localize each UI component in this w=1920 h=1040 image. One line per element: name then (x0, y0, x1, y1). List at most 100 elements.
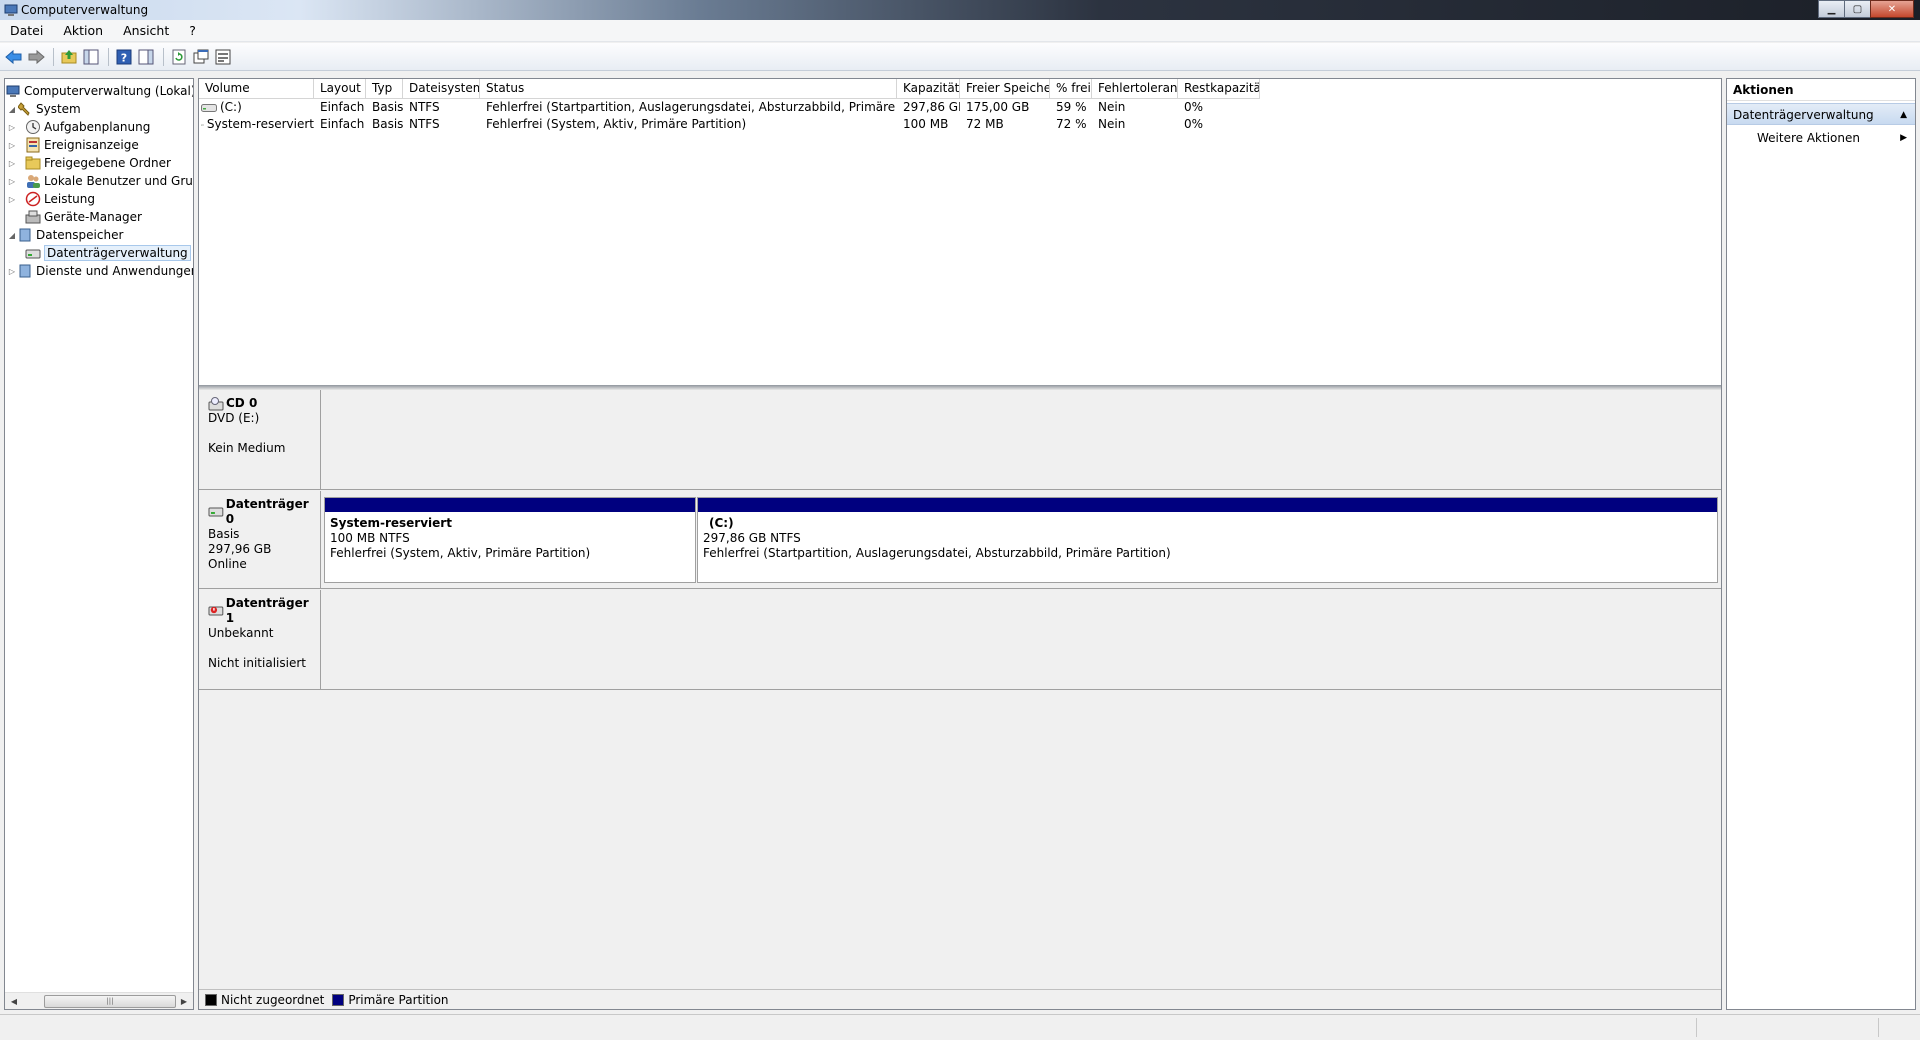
partition-c[interactable]: (C:) 297,86 GB NTFS Fehlerfrei (Startpar… (697, 497, 1718, 583)
refresh-icon (172, 49, 186, 64)
back-icon (5, 49, 22, 64)
actions-section-datentraegerverwaltung[interactable]: Datenträgerverwaltung ▲ (1727, 103, 1915, 125)
submenu-arrow-icon: ▶ (1900, 133, 1907, 143)
tree-item-datentraegerverwaltung[interactable]: Datenträgerverwaltung (5, 244, 193, 262)
tree-item-freigegebene-ordner[interactable]: ▷ Freigegebene Ordner (5, 154, 193, 172)
tree-item-computerverwaltung[interactable]: Computerverwaltung (Lokal) (5, 82, 193, 100)
disk-info[interactable]: Datenträger 0 Basis 297,96 GB Online (199, 491, 321, 588)
column-header-dateisystem[interactable]: Dateisystem (403, 79, 480, 99)
table-row[interactable]: (C:) Einfach Basis NTFS Fehlerfrei (Star… (199, 99, 1260, 116)
menu-aktion[interactable]: Aktion (57, 23, 109, 38)
status-divider (1696, 1018, 1697, 1037)
minimize-button[interactable]: ▁ (1818, 0, 1844, 18)
show-hide-action-pane-button[interactable] (136, 47, 156, 67)
window-controls: ▁ ▢ ✕ (1818, 0, 1914, 18)
clock-icon (25, 119, 41, 135)
tree-item-label: Aufgabenplanung (44, 120, 151, 134)
disk-map: CD 0 DVD (E:) Kein Medium Datenträger 0 … (199, 390, 1721, 990)
table-row[interactable]: System-reserviert Einfach Basis NTFS Feh… (199, 116, 1260, 133)
disk-state: Online (208, 557, 247, 571)
collapse-icon[interactable]: ◢ (7, 231, 17, 240)
tree-item-geraete-manager[interactable]: Geräte-Manager (5, 208, 193, 226)
back-button[interactable] (4, 47, 24, 67)
expand-icon[interactable]: ▷ (7, 177, 17, 186)
menu-datei[interactable]: Datei (4, 23, 49, 38)
device-manager-icon (25, 209, 41, 225)
menu-help[interactable]: ? (183, 23, 202, 38)
menu-ansicht[interactable]: Ansicht (117, 23, 175, 38)
cd-drive-icon (208, 396, 224, 410)
column-header-freier-speicher[interactable]: Freier Speicher (960, 79, 1050, 99)
column-header-kapazitaet[interactable]: Kapazität (897, 79, 960, 99)
disk-info[interactable]: Datenträger 1 Unbekannt Nicht initialisi… (199, 590, 321, 689)
disk-type: DVD (E:) (208, 411, 260, 425)
volume-icon (201, 103, 217, 112)
tree-item-dienste[interactable]: ▷ Dienste und Anwendungen (5, 262, 193, 280)
toolbar-separator (163, 47, 164, 66)
tree-item-ereignisanzeige[interactable]: ▷ Ereignisanzeige (5, 136, 193, 154)
close-button[interactable]: ✕ (1870, 0, 1914, 18)
expand-icon[interactable]: ▷ (7, 159, 17, 168)
action-weitere-aktionen[interactable]: Weitere Aktionen ▶ (1727, 127, 1915, 149)
tree-item-system[interactable]: ◢ System (5, 100, 193, 118)
column-header-typ[interactable]: Typ (366, 79, 403, 99)
tree-horizontal-scrollbar[interactable]: ◀ ||| ▶ (5, 992, 193, 1009)
overhead-cell: 0% (1184, 100, 1204, 114)
column-header-prozent-frei[interactable]: % frei (1050, 79, 1092, 99)
shared-folder-icon (25, 155, 41, 171)
filesystem-cell: NTFS (409, 117, 440, 131)
tree-item-label: Leistung (44, 192, 95, 206)
disk-state: Nicht initialisiert (208, 656, 306, 670)
volume-name: System-reserviert (206, 117, 314, 131)
computer-management-icon (4, 3, 18, 17)
column-header-restkapazitaet[interactable]: Restkapazität (1178, 79, 1260, 99)
tree-item-label: System (36, 102, 81, 116)
type-cell: Basis (372, 117, 403, 131)
help-button[interactable]: ? (114, 47, 134, 67)
disk-name: Datenträger 1 (225, 596, 309, 625)
expand-icon[interactable]: ▷ (7, 123, 17, 132)
actions-header: Aktionen (1727, 79, 1915, 101)
forward-button[interactable] (26, 47, 46, 67)
event-viewer-icon (25, 137, 41, 153)
volume-cell: (C:) (199, 99, 314, 116)
scroll-left-icon[interactable]: ◀ (7, 995, 21, 1008)
partition-status: Fehlerfrei (System, Aktiv, Primäre Parti… (330, 546, 591, 560)
collapse-icon[interactable]: ◢ (7, 105, 17, 114)
legend-label: Primäre Partition (348, 992, 449, 1007)
properties-button[interactable] (191, 47, 211, 67)
refresh-button[interactable] (169, 47, 189, 67)
tree-item-leistung[interactable]: ▷ Leistung (5, 190, 193, 208)
tree-item-label: Geräte-Manager (44, 210, 142, 224)
partition-name: (C:) (709, 516, 734, 530)
disk-spacer (208, 426, 320, 441)
expand-icon[interactable]: ▷ (7, 267, 17, 276)
legend-label: Nicht zugeordnet (221, 992, 325, 1007)
maximize-button[interactable]: ▢ (1844, 0, 1870, 18)
scroll-right-icon[interactable]: ▶ (177, 995, 191, 1008)
tree-item-datenspeicher[interactable]: ◢ Datenspeicher (5, 226, 193, 244)
settings-button[interactable] (213, 47, 233, 67)
partition-system-reserved[interactable]: System-reserviert 100 MB NTFS Fehlerfrei… (324, 497, 696, 583)
toolbar: ? (0, 43, 1920, 71)
volume-cell: System-reserviert (199, 116, 314, 133)
expand-icon[interactable]: ▷ (7, 195, 17, 204)
column-header-status[interactable]: Status (480, 79, 897, 99)
tree-item-label: Dienste und Anwendungen (36, 264, 194, 278)
column-header-fehlertoleranz[interactable]: Fehlertoleranz (1092, 79, 1178, 99)
expand-icon[interactable]: ▷ (7, 141, 17, 150)
tree-item-lokale-benutzer[interactable]: ▷ Lokale Benutzer und Gruppen (5, 172, 193, 190)
minimize-icon: ▁ (1827, 3, 1836, 15)
maximize-icon: ▢ (1852, 3, 1863, 15)
column-header-layout[interactable]: Layout (314, 79, 366, 99)
column-header-volume[interactable]: Volume (199, 79, 314, 99)
tree-item-aufgabenplanung[interactable]: ▷ Aufgabenplanung (5, 118, 193, 136)
show-hide-tree-icon (83, 49, 99, 64)
collapse-up-icon[interactable]: ▲ (1900, 104, 1907, 126)
scrollbar-thumb[interactable]: ||| (44, 995, 176, 1008)
disk-type: Basis (208, 527, 240, 541)
disk-info[interactable]: CD 0 DVD (E:) Kein Medium (199, 390, 321, 489)
partition-name: System-reserviert (330, 516, 452, 530)
up-level-button[interactable] (59, 47, 79, 67)
show-hide-tree-button[interactable] (81, 47, 101, 67)
